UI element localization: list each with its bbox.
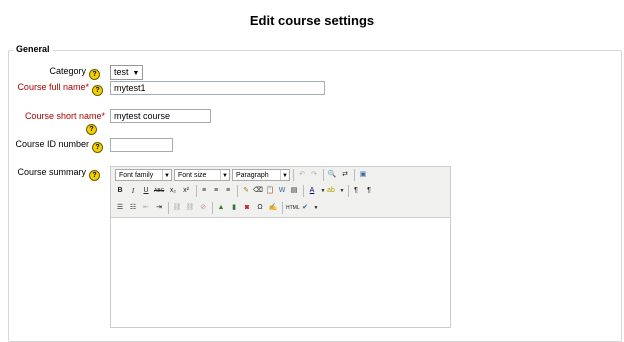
fullname-label-row: Course full name*? <box>10 82 103 96</box>
category-label-row: Category? <box>20 66 100 80</box>
format-select[interactable]: Paragraph ▼ <box>232 169 290 181</box>
help-icon[interactable]: ? <box>89 69 100 80</box>
remove-format-icon[interactable]: ⌫ <box>253 186 263 196</box>
fullscreen-icon[interactable]: ▣ <box>358 170 368 180</box>
align-left-icon[interactable]: ≡ <box>199 186 209 196</box>
undo-icon[interactable]: ↶ <box>297 170 307 180</box>
help-icon[interactable]: ? <box>89 170 100 181</box>
help-icon[interactable]: ? <box>92 85 103 96</box>
divider <box>303 185 304 197</box>
edit-icon[interactable]: ✍ <box>268 203 278 213</box>
chevron-down-icon[interactable]: ▼ <box>337 186 347 196</box>
divider <box>282 202 283 214</box>
redo-icon[interactable]: ↷ <box>309 170 319 180</box>
chevron-down-icon: ▼ <box>132 70 140 77</box>
summary-text-area[interactable] <box>111 217 450 328</box>
divider <box>323 169 324 181</box>
special-char-icon[interactable]: Ω <box>255 203 265 213</box>
category-select[interactable]: test ▼ <box>110 65 144 80</box>
fullname-input[interactable]: mytest1 <box>110 81 325 95</box>
find-icon[interactable]: 🔍 <box>327 170 337 180</box>
spellcheck-icon[interactable]: ✔ <box>300 203 310 213</box>
rtl-icon[interactable]: ¶ <box>364 186 374 196</box>
page-title: Edit course settings <box>249 13 375 28</box>
summary-label-row: Course summary? <box>10 167 100 181</box>
chevron-down-icon: ▼ <box>220 170 229 180</box>
summary-label: Course summary <box>17 167 86 177</box>
bullet-list-icon[interactable]: ☰ <box>115 203 125 213</box>
divider <box>212 202 213 214</box>
link-icon[interactable]: ⛓ <box>172 203 182 213</box>
font-family-select[interactable]: Font family ▼ <box>115 169 172 181</box>
clean-icon[interactable]: ✎ <box>241 186 251 196</box>
nolink-icon[interactable]: ⊘ <box>198 203 208 213</box>
bold-icon[interactable]: B <box>115 186 125 196</box>
ltr-icon[interactable]: ¶ <box>351 186 361 196</box>
highlight-color-icon[interactable]: ab <box>326 186 336 196</box>
indent-icon[interactable]: ⇥ <box>154 203 164 213</box>
html-source-icon[interactable]: HTML <box>286 203 300 213</box>
paste-text-icon[interactable]: 📋 <box>265 186 275 196</box>
superscript-icon[interactable]: x² <box>181 186 191 196</box>
divider <box>354 169 355 181</box>
idnumber-label-row: Course ID number? <box>10 139 103 153</box>
strikethrough-icon[interactable]: ABC <box>154 186 164 196</box>
align-center-icon[interactable]: ≡ <box>211 186 221 196</box>
subscript-icon[interactable]: x₂ <box>168 186 178 196</box>
text-color-icon[interactable]: A <box>307 186 317 196</box>
moodle-media-icon[interactable]: ◙ <box>242 203 252 213</box>
idnumber-label: Course ID number <box>15 139 89 149</box>
print-icon[interactable]: ▤ <box>289 186 299 196</box>
category-label: Category <box>49 66 86 76</box>
shortname-label-row: Course short name* <box>10 111 105 121</box>
divider <box>348 185 349 197</box>
divider <box>237 185 238 197</box>
general-legend: General <box>13 44 53 54</box>
chevron-down-icon: ▼ <box>162 170 171 180</box>
outdent-icon[interactable]: ⇤ <box>141 203 151 213</box>
required-marker: * <box>101 111 105 121</box>
image-icon[interactable]: ▲ <box>216 203 226 213</box>
required-marker: * <box>85 82 89 92</box>
media-icon[interactable]: ▮ <box>229 203 239 213</box>
font-size-label: Font size <box>178 172 207 179</box>
chevron-down-icon[interactable]: ▼ <box>311 203 321 213</box>
format-label: Paragraph <box>236 172 269 179</box>
align-right-icon[interactable]: ≡ <box>223 186 233 196</box>
font-size-select[interactable]: Font size ▼ <box>174 169 230 181</box>
replace-icon[interactable]: ⇄ <box>340 170 350 180</box>
divider <box>196 185 197 197</box>
summary-editor: Font family ▼ Font size ▼ Paragraph ▼ ↶ ↷ 🔍… <box>110 166 451 328</box>
shortname-input[interactable]: mytest course <box>110 109 211 123</box>
numbered-list-icon[interactable]: ☷ <box>128 203 138 213</box>
help-icon[interactable]: ? <box>92 142 103 153</box>
idnumber-input[interactable] <box>110 138 173 152</box>
shortname-label: Course short name <box>24 111 102 121</box>
help-icon[interactable]: ? <box>86 124 97 135</box>
italic-icon[interactable]: I <box>128 186 138 196</box>
chevron-down-icon: ▼ <box>280 170 289 180</box>
underline-icon[interactable]: U <box>141 186 151 196</box>
paste-word-icon[interactable]: W <box>277 186 287 196</box>
fullname-label: Course full name <box>17 82 86 92</box>
divider <box>293 169 294 181</box>
divider <box>168 202 169 214</box>
category-value: test <box>114 67 129 77</box>
font-family-label: Font family <box>119 172 154 179</box>
unlink-icon[interactable]: ⛓ <box>185 203 195 213</box>
